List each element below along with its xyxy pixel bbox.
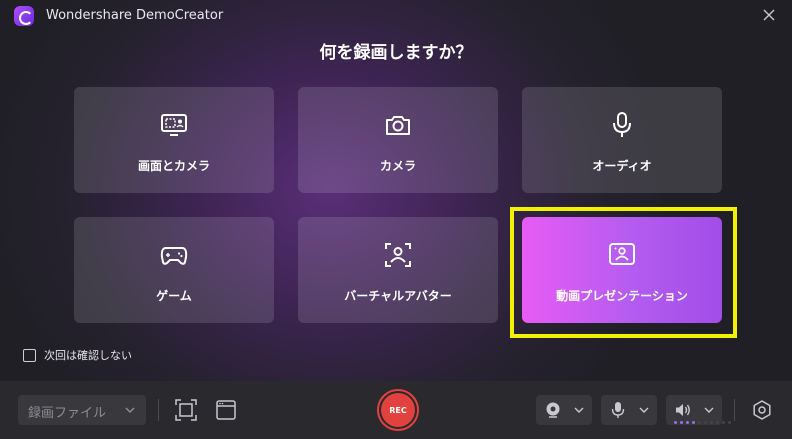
system-audio-dropdown[interactable] xyxy=(666,395,731,425)
app-logo-icon xyxy=(14,6,34,26)
mode-card-game[interactable]: ゲーム xyxy=(74,217,274,323)
settings-icon[interactable] xyxy=(751,399,773,421)
audio-level-dot xyxy=(716,421,719,424)
record-button-label: REC xyxy=(381,393,415,427)
audio-level-dot xyxy=(692,421,695,424)
divider xyxy=(734,399,735,421)
chevron-down-icon xyxy=(574,407,584,413)
mode-card-video-presentation[interactable]: 動画プレゼンテーション xyxy=(522,217,722,323)
record-button[interactable]: REC xyxy=(377,389,419,431)
mode-card-virtual-avatar[interactable]: バーチャルアバター xyxy=(298,217,498,323)
window-capture-icon[interactable] xyxy=(215,399,237,421)
audio-level-dot xyxy=(728,421,731,424)
screen-camera-icon xyxy=(161,114,187,136)
audio-level-dot xyxy=(710,421,713,424)
mode-card-label: オーディオ xyxy=(592,159,652,173)
audio-level-dot xyxy=(686,421,689,424)
microphone-icon xyxy=(611,402,625,418)
chevron-down-icon xyxy=(639,407,649,413)
presentation-icon xyxy=(609,243,635,265)
microphone-icon xyxy=(613,112,631,137)
mode-card-audio[interactable]: オーディオ xyxy=(522,87,722,193)
dont-ask-again-checkbox[interactable] xyxy=(23,348,36,362)
region-select-icon[interactable] xyxy=(175,399,197,421)
gamepad-icon xyxy=(160,247,188,265)
mode-card-label: 画面とカメラ xyxy=(137,159,210,173)
avatar-icon xyxy=(385,243,411,267)
camera-icon xyxy=(386,116,410,135)
mode-card-label: 動画プレゼンテーション xyxy=(556,289,688,303)
bottom-toolbar: 録画ファイル REC xyxy=(0,381,792,439)
audio-level-dot xyxy=(704,421,707,424)
mode-card-screen-camera[interactable]: 画面とカメラ xyxy=(74,87,274,193)
dont-ask-again-label: 次回は確認しない xyxy=(44,349,132,362)
chevron-down-icon xyxy=(125,407,135,414)
title-bar: Wondershare DemoCreator xyxy=(0,0,792,32)
dont-ask-again-option[interactable]: 次回は確認しない xyxy=(23,347,132,363)
divider xyxy=(158,399,159,421)
chevron-down-icon xyxy=(704,407,714,413)
speaker-icon xyxy=(676,404,690,416)
recording-file-dropdown-label: 録画ファイル xyxy=(28,406,107,421)
recording-file-dropdown[interactable]: 録画ファイル xyxy=(18,395,146,425)
webcam-dropdown[interactable] xyxy=(536,395,592,425)
close-icon[interactable] xyxy=(760,6,778,24)
mode-card-label: ゲーム xyxy=(156,289,192,303)
audio-level-dot xyxy=(722,421,725,424)
mode-card-label: バーチャルアバター xyxy=(344,289,452,303)
audio-level-meter xyxy=(674,421,731,424)
microphone-dropdown[interactable] xyxy=(601,395,657,425)
webcam-icon xyxy=(546,402,560,418)
mode-card-label: カメラ xyxy=(379,159,416,173)
mode-card-camera[interactable]: カメラ xyxy=(298,87,498,193)
audio-level-dot xyxy=(680,421,683,424)
app-title: Wondershare DemoCreator xyxy=(46,8,224,23)
audio-level-dot xyxy=(674,421,677,424)
page-title: 何を録画しますか？ xyxy=(319,43,473,63)
audio-level-dot xyxy=(698,421,701,424)
